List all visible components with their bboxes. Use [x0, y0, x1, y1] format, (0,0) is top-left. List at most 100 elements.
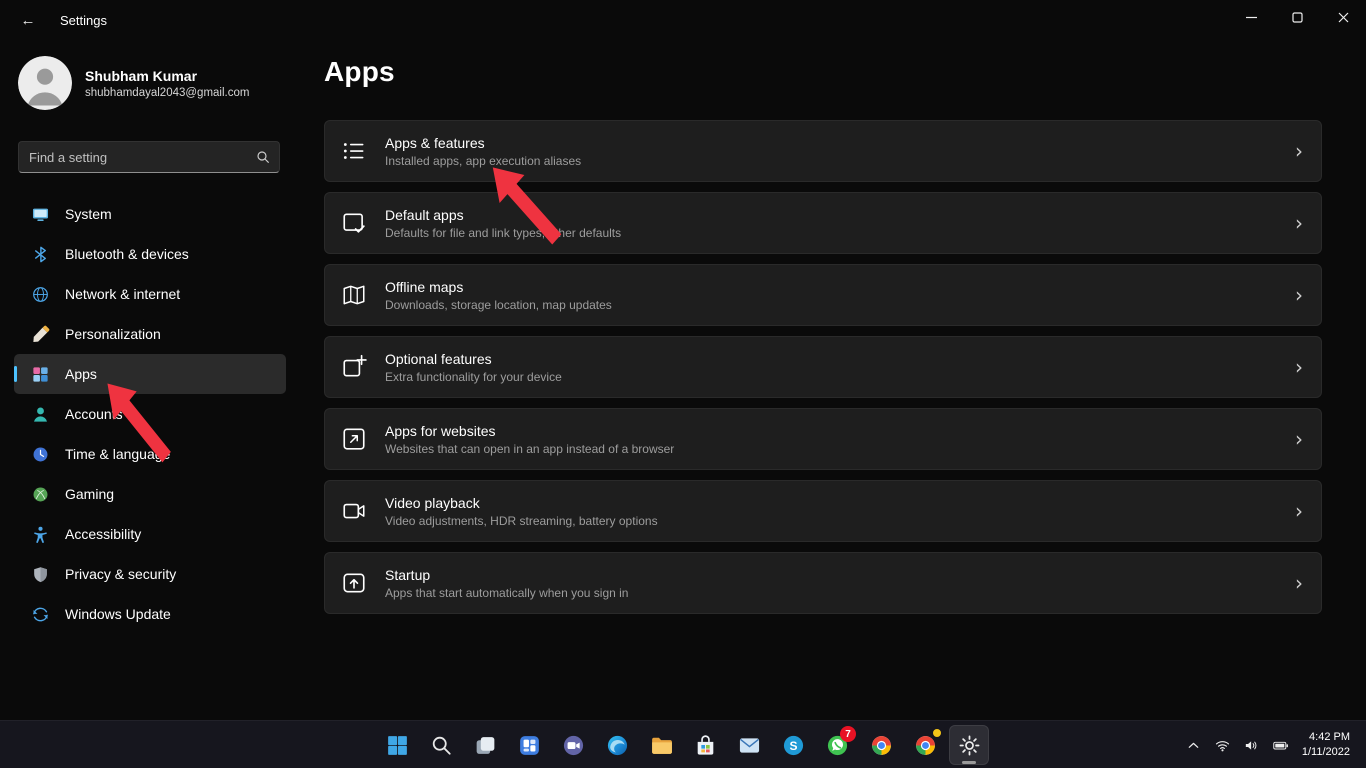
tray-date: 1/11/2022: [1302, 745, 1350, 760]
start-icon: [385, 733, 410, 758]
chrome-profile-button[interactable]: [905, 725, 945, 765]
sidebar-item-windows-update[interactable]: Windows Update: [14, 594, 286, 634]
card-subtitle: Installed apps, app execution aliases: [385, 154, 581, 168]
taskbar-search-button[interactable]: [421, 725, 461, 765]
file-explorer-button[interactable]: [641, 725, 681, 765]
chrome-notification-badge: [932, 728, 942, 738]
sidebar-item-network-internet[interactable]: Network & internet: [14, 274, 286, 314]
maximize-button[interactable]: [1274, 0, 1320, 34]
card-title: Apps for websites: [385, 423, 674, 439]
search-input[interactable]: [29, 150, 255, 165]
svg-text:S: S: [789, 738, 797, 752]
card-subtitle: Apps that start automatically when you s…: [385, 586, 628, 600]
bluetooth-icon: [31, 245, 50, 264]
chrome-button[interactable]: [861, 725, 901, 765]
file-explorer-icon: [649, 733, 674, 758]
card-apps-features[interactable]: Apps & features Installed apps, app exec…: [324, 120, 1322, 182]
windows-update-icon: [31, 605, 50, 624]
task-view-button[interactable]: [465, 725, 505, 765]
whatsapp-badge: 7: [840, 726, 856, 742]
sidebar-item-system[interactable]: System: [14, 194, 286, 234]
chevron-right-icon: ›: [1295, 213, 1303, 233]
sidebar-item-label: Personalization: [65, 326, 161, 342]
user-account[interactable]: Shubham Kumar shubhamdayal2043@gmail.com: [18, 56, 249, 110]
avatar: [18, 56, 72, 110]
sidebar-item-apps[interactable]: Apps: [14, 354, 286, 394]
sidebar-item-label: Windows Update: [65, 606, 171, 622]
chevron-right-icon: ›: [1295, 285, 1303, 305]
card-startup[interactable]: Startup Apps that start automatically wh…: [324, 552, 1322, 614]
settings-gear-icon: [957, 733, 982, 758]
card-apps-for-websites[interactable]: Apps for websites Websites that can open…: [324, 408, 1322, 470]
sidebar-item-bluetooth-devices[interactable]: Bluetooth & devices: [14, 234, 286, 274]
start-button[interactable]: [377, 725, 417, 765]
sidebar-item-label: Privacy & security: [65, 566, 176, 582]
back-button[interactable]: ←: [10, 4, 46, 36]
sidebar-item-label: System: [65, 206, 112, 222]
close-button[interactable]: [1320, 0, 1366, 34]
sidebar-item-personalization[interactable]: Personalization: [14, 314, 286, 354]
skype-icon: S: [781, 733, 806, 758]
chrome-icon: [869, 733, 894, 758]
battery-button[interactable]: [1267, 727, 1294, 763]
volume-button[interactable]: [1238, 727, 1265, 763]
minimize-icon: [1246, 12, 1257, 23]
sidebar-item-privacy-security[interactable]: Privacy & security: [14, 554, 286, 594]
tray-time: 4:42 PM: [1302, 730, 1350, 745]
sidebar-item-label: Apps: [65, 366, 97, 382]
card-title: Default apps: [385, 207, 621, 223]
card-offline-maps[interactable]: Offline maps Downloads, storage location…: [324, 264, 1322, 326]
chevron-up-icon: [1185, 737, 1202, 754]
main-content: Apps Apps & features Installed apps, app…: [324, 40, 1322, 720]
network-status-button[interactable]: [1209, 727, 1236, 763]
sidebar-item-gaming[interactable]: Gaming: [14, 474, 286, 514]
hidden-icons-button[interactable]: [1180, 727, 1207, 763]
sidebar-item-accounts[interactable]: Accounts: [14, 394, 286, 434]
card-title: Apps & features: [385, 135, 581, 151]
mail-icon: [737, 733, 762, 758]
card-video-playback[interactable]: Video playback Video adjustments, HDR st…: [324, 480, 1322, 542]
window-title: Settings: [60, 13, 107, 28]
privacy-icon: [31, 565, 50, 584]
card-title: Video playback: [385, 495, 658, 511]
user-email: shubhamdayal2043@gmail.com: [85, 87, 249, 99]
widgets-button[interactable]: [509, 725, 549, 765]
apps-for-websites-icon: [341, 426, 367, 452]
task-view-icon: [473, 733, 498, 758]
widgets-icon: [517, 733, 542, 758]
search-box[interactable]: [18, 141, 280, 173]
system-tray: 4:42 PM 1/11/2022: [1180, 721, 1358, 768]
card-optional-features[interactable]: Optional features Extra functionality fo…: [324, 336, 1322, 398]
offline-maps-icon: [341, 282, 367, 308]
sidebar-nav: System Bluetooth & devices Network & int…: [0, 194, 300, 634]
time-language-icon: [31, 445, 50, 464]
mail-button[interactable]: [729, 725, 769, 765]
card-subtitle: Downloads, storage location, map updates: [385, 298, 612, 312]
sidebar-item-accessibility[interactable]: Accessibility: [14, 514, 286, 554]
chat-button[interactable]: [553, 725, 593, 765]
video-playback-icon: [341, 498, 367, 524]
chevron-right-icon: ›: [1295, 501, 1303, 521]
sidebar-item-label: Network & internet: [65, 286, 180, 302]
sidebar-item-time-language[interactable]: Time & language: [14, 434, 286, 474]
sidebar-item-label: Gaming: [65, 486, 114, 502]
edge-button[interactable]: [597, 725, 637, 765]
chevron-right-icon: ›: [1295, 573, 1303, 593]
skype-button[interactable]: S: [773, 725, 813, 765]
user-name: Shubham Kumar: [85, 67, 249, 85]
clock[interactable]: 4:42 PM 1/11/2022: [1296, 730, 1358, 761]
search-icon: [429, 733, 454, 758]
window-controls: [1228, 0, 1366, 34]
store-button[interactable]: [685, 725, 725, 765]
whatsapp-button[interactable]: 7: [817, 725, 857, 765]
card-default-apps[interactable]: Default apps Defaults for file and link …: [324, 192, 1322, 254]
wifi-icon: [1214, 737, 1231, 754]
chat-icon: [561, 733, 586, 758]
startup-icon: [341, 570, 367, 596]
settings-taskbar-button[interactable]: [949, 725, 989, 765]
maximize-icon: [1292, 12, 1303, 23]
minimize-button[interactable]: [1228, 0, 1274, 34]
page-title: Apps: [324, 56, 1322, 88]
system-icon: [31, 205, 50, 224]
chevron-right-icon: ›: [1295, 357, 1303, 377]
